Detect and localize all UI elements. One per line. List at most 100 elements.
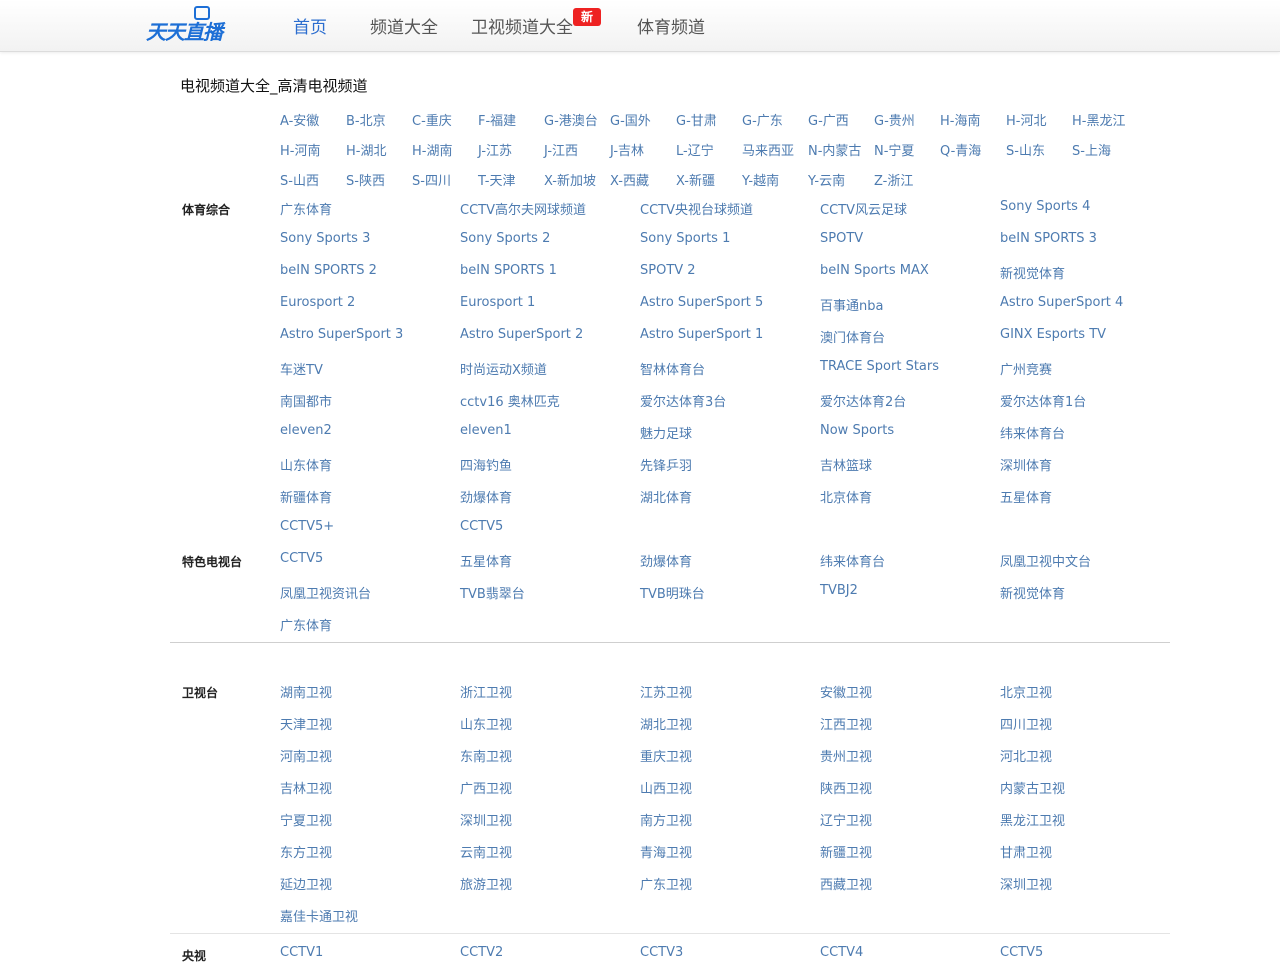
channel-link[interactable]: Eurosport 2	[280, 295, 355, 310]
nav-home[interactable]: 首页	[293, 13, 327, 38]
province-link[interactable]: S-山东	[1006, 140, 1045, 159]
channel-link[interactable]: TVB翡翠台	[460, 583, 525, 602]
channel-link[interactable]: 吉林卫视	[280, 778, 332, 797]
channel-link[interactable]: CCTV4	[820, 945, 863, 960]
channel-link[interactable]: 河北卫视	[1000, 746, 1052, 765]
channel-link[interactable]: 新视觉体育	[1000, 263, 1065, 282]
channel-link[interactable]: 车迷TV	[280, 359, 323, 378]
channel-link[interactable]: 宁夏卫视	[280, 810, 332, 829]
channel-link[interactable]: 北京体育	[820, 487, 872, 506]
channel-link[interactable]: Astro SuperSport 2	[460, 327, 583, 342]
site-logo[interactable]: 天天直播	[146, 6, 236, 46]
province-link[interactable]: L-辽宁	[676, 140, 714, 159]
channel-link[interactable]: beIN SPORTS 2	[280, 263, 377, 278]
channel-link[interactable]: CCTV5+	[280, 519, 334, 534]
channel-link[interactable]: 广州竞赛	[1000, 359, 1052, 378]
channel-link[interactable]: CCTV2	[460, 945, 503, 960]
channel-link[interactable]: 湖北卫视	[640, 714, 692, 733]
channel-link[interactable]: Sony Sports 4	[1000, 199, 1090, 214]
channel-link[interactable]: 爱尔达体育1台	[1000, 391, 1086, 410]
province-link[interactable]: Q-青海	[940, 140, 981, 159]
channel-link[interactable]: Now Sports	[820, 423, 894, 438]
channel-link[interactable]: Sony Sports 2	[460, 231, 550, 246]
province-link[interactable]: J-吉林	[610, 140, 644, 159]
channel-link[interactable]: Astro SuperSport 4	[1000, 295, 1123, 310]
channel-link[interactable]: 南方卫视	[640, 810, 692, 829]
channel-link[interactable]: 甘肃卫视	[1000, 842, 1052, 861]
province-link[interactable]: S-陕西	[346, 170, 385, 189]
channel-link[interactable]: CCTV1	[280, 945, 323, 960]
channel-link[interactable]: 魅力足球	[640, 423, 692, 442]
channel-link[interactable]: 东南卫视	[460, 746, 512, 765]
channel-link[interactable]: eleven1	[460, 423, 512, 438]
province-link[interactable]: S-山西	[280, 170, 319, 189]
channel-link[interactable]: Sony Sports 3	[280, 231, 370, 246]
channel-link[interactable]: 山西卫视	[640, 778, 692, 797]
channel-link[interactable]: CCTV央视台球频道	[640, 199, 753, 218]
province-link[interactable]: C-重庆	[412, 110, 452, 129]
channel-link[interactable]: 广东卫视	[640, 874, 692, 893]
channel-link[interactable]: 爱尔达体育2台	[820, 391, 906, 410]
channel-link[interactable]: SPOTV 2	[640, 263, 696, 278]
province-link[interactable]: B-北京	[346, 110, 386, 129]
channel-link[interactable]: SPOTV	[820, 231, 863, 246]
channel-link[interactable]: 江苏卫视	[640, 682, 692, 701]
channel-link[interactable]: 广东体育	[280, 199, 332, 218]
channel-link[interactable]: 安徽卫视	[820, 682, 872, 701]
channel-link[interactable]: 延边卫视	[280, 874, 332, 893]
channel-link[interactable]: 新疆卫视	[820, 842, 872, 861]
province-link[interactable]: Y-越南	[742, 170, 779, 189]
channel-link[interactable]: 深圳卫视	[460, 810, 512, 829]
province-link[interactable]: H-湖北	[346, 140, 386, 159]
channel-link[interactable]: CCTV风云足球	[820, 199, 907, 218]
province-link[interactable]: H-黑龙江	[1072, 110, 1125, 129]
channel-link[interactable]: 云南卫视	[460, 842, 512, 861]
channel-link[interactable]: CCTV高尔夫网球频道	[460, 199, 586, 218]
province-link[interactable]: J-江苏	[478, 140, 512, 159]
channel-link[interactable]: 澳门体育台	[820, 327, 885, 346]
channel-link[interactable]: 五星体育	[460, 551, 512, 570]
channel-link[interactable]: 内蒙古卫视	[1000, 778, 1065, 797]
channel-link[interactable]: 智林体育台	[640, 359, 705, 378]
province-link[interactable]: H-湖南	[412, 140, 452, 159]
channel-link[interactable]: beIN SPORTS 3	[1000, 231, 1097, 246]
channel-link[interactable]: 纬来体育台	[820, 551, 885, 570]
channel-link[interactable]: CCTV5	[460, 519, 503, 534]
channel-link[interactable]: 凤凰卫视资讯台	[280, 583, 371, 602]
channel-link[interactable]: 四海钓鱼	[460, 455, 512, 474]
nav-satellite-channels[interactable]: 卫视频道大全	[471, 13, 573, 38]
province-link[interactable]: G-广东	[742, 110, 783, 129]
channel-link[interactable]: 嘉佳卡通卫视	[280, 906, 358, 925]
channel-link[interactable]: 江西卫视	[820, 714, 872, 733]
channel-link[interactable]: 东方卫视	[280, 842, 332, 861]
province-link[interactable]: G-贵州	[874, 110, 915, 129]
channel-link[interactable]: 辽宁卫视	[820, 810, 872, 829]
channel-link[interactable]: 广东体育	[280, 615, 332, 634]
province-link[interactable]: Y-云南	[808, 170, 845, 189]
province-link[interactable]: X-新加坡	[544, 170, 596, 189]
channel-link[interactable]: 广西卫视	[460, 778, 512, 797]
channel-link[interactable]: Sony Sports 1	[640, 231, 730, 246]
channel-link[interactable]: 南国都市	[280, 391, 332, 410]
channel-link[interactable]: 爱尔达体育3台	[640, 391, 726, 410]
channel-link[interactable]: Eurosport 1	[460, 295, 535, 310]
province-link[interactable]: F-福建	[478, 110, 516, 129]
province-link[interactable]: G-港澳台	[544, 110, 598, 129]
channel-link[interactable]: 先锋乒羽	[640, 455, 692, 474]
channel-link[interactable]: 天津卫视	[280, 714, 332, 733]
province-link[interactable]: X-新疆	[676, 170, 715, 189]
channel-link[interactable]: 四川卫视	[1000, 714, 1052, 733]
province-link[interactable]: G-广西	[808, 110, 849, 129]
channel-link[interactable]: 新疆体育	[280, 487, 332, 506]
channel-link[interactable]: 北京卫视	[1000, 682, 1052, 701]
channel-link[interactable]: 百事通nba	[820, 295, 883, 314]
channel-link[interactable]: 浙江卫视	[460, 682, 512, 701]
province-link[interactable]: H-海南	[940, 110, 980, 129]
channel-link[interactable]: CCTV3	[640, 945, 683, 960]
channel-link[interactable]: 劲爆体育	[460, 487, 512, 506]
channel-link[interactable]: CCTV5	[280, 551, 323, 566]
channel-link[interactable]: 湖北体育	[640, 487, 692, 506]
channel-link[interactable]: 时尚运动X频道	[460, 359, 547, 378]
channel-link[interactable]: 五星体育	[1000, 487, 1052, 506]
province-link[interactable]: T-天津	[478, 170, 515, 189]
